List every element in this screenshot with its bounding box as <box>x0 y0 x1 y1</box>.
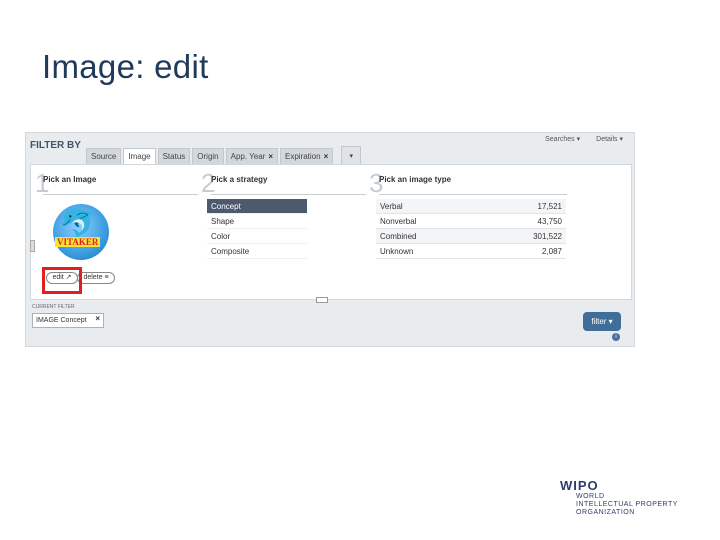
divider <box>379 194 567 195</box>
strategy-item-color[interactable]: Color <box>207 229 307 244</box>
step-heading-pick-strategy: Pick a strategy <box>211 175 268 184</box>
image-filter-panel: 1 Pick an Image 2 Pick a strategy 3 Pick… <box>30 164 632 331</box>
tab-status[interactable]: Status <box>157 148 191 164</box>
step-heading-pick-image: Pick an Image <box>43 175 97 184</box>
org-line: INTELLECTUAL PROPERTY <box>576 501 678 508</box>
panel-resize-handle[interactable] <box>30 240 35 252</box>
tab-origin[interactable]: Origin <box>192 148 224 164</box>
delete-button[interactable]: delete ≡ <box>77 272 115 284</box>
filter-by-heading: FILTER BY <box>30 140 81 151</box>
strategy-list: Concept Shape Color Composite <box>207 199 307 259</box>
collapse-handle[interactable] <box>316 297 328 303</box>
strategy-item-composite[interactable]: Composite <box>207 244 307 259</box>
close-icon[interactable]: × <box>95 312 100 325</box>
edit-highlight-box <box>42 267 82 294</box>
table-row[interactable]: Unknown 2,087 <box>376 244 566 259</box>
trademark-image-thumbnail[interactable]: 🐬 VITAKER <box>51 202 111 264</box>
step-heading-pick-image-type: Pick an image type <box>379 175 452 184</box>
filter-button[interactable]: filter ▾ <box>583 312 621 331</box>
org-line: ORGANIZATION <box>576 509 635 516</box>
image-type-table: Verbal 17,521 Nonverbal 43,750 Combined 301… <box>376 199 566 259</box>
tab-app-year[interactable]: App. Year × <box>225 148 278 164</box>
strategy-item-shape[interactable]: Shape <box>207 214 307 229</box>
org-logo: WIPO <box>560 478 599 493</box>
searches-menu[interactable]: Searches ▾ <box>542 134 583 144</box>
divider <box>211 194 366 195</box>
table-row[interactable]: Nonverbal 43,750 <box>376 214 566 229</box>
tab-source[interactable]: Source <box>86 148 122 164</box>
current-filter-label: CURRENT FILTER <box>32 304 75 310</box>
wipo-logo: WIPO WORLD INTELLECTUAL PROPERTY ORGANIZ… <box>560 478 678 517</box>
chevron-down-icon[interactable]: ▾ <box>341 146 362 166</box>
info-icon[interactable]: i <box>612 333 620 341</box>
divider <box>43 194 198 195</box>
close-icon[interactable]: × <box>268 152 273 161</box>
org-line: WORLD <box>576 493 605 500</box>
table-row[interactable]: Verbal 17,521 <box>376 199 566 214</box>
table-row[interactable]: Combined 301,522 <box>376 229 566 244</box>
strategy-item-concept[interactable]: Concept <box>207 199 307 214</box>
top-right-menus: Searches ▾ Details ▾ <box>542 134 626 144</box>
current-filter-chip: IMAGE Concept × <box>32 313 104 328</box>
tab-image[interactable]: Image <box>123 148 156 164</box>
close-icon[interactable]: × <box>324 152 329 161</box>
details-menu[interactable]: Details ▾ <box>593 134 626 144</box>
logo-text: VITAKER <box>55 237 101 247</box>
tab-expiration[interactable]: Expiration × <box>280 148 334 164</box>
screenshot-filter-panel: Searches ▾ Details ▾ FILTER BY Source Im… <box>25 132 635 347</box>
slide-title: Image: edit <box>42 48 209 85</box>
